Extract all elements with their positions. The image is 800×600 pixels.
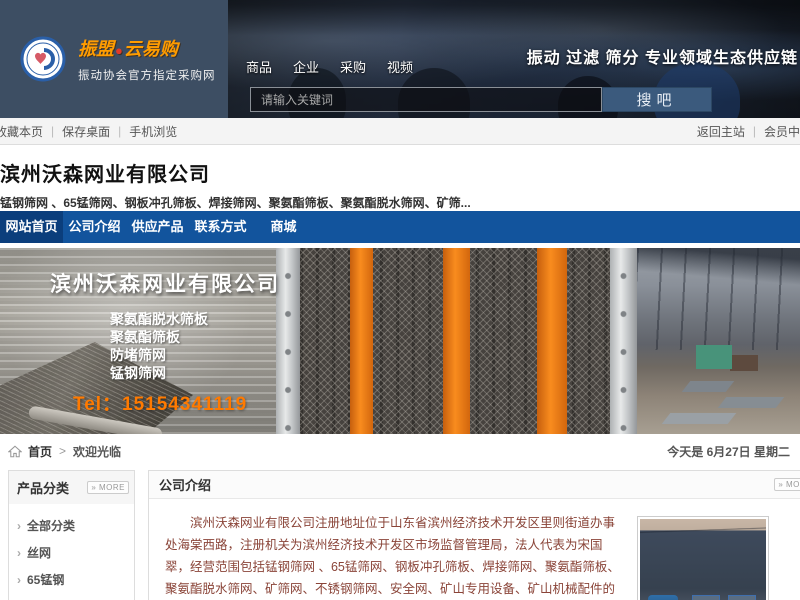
save-desktop-link[interactable]: 保存桌面: [62, 123, 110, 140]
nav-item-company-intro[interactable]: 公司介绍: [63, 211, 126, 243]
photo-door: [648, 595, 678, 600]
banner-factory-photo: [637, 248, 800, 434]
sidebar-item-label: 65锰钢: [27, 571, 64, 588]
separator: |: [51, 124, 54, 138]
more-button[interactable]: » MORE: [774, 478, 800, 491]
chevron-right-icon: ›: [17, 546, 21, 560]
breadcrumb-current: 欢迎光临: [73, 443, 121, 460]
banner-orange-stripe: [443, 248, 470, 434]
banner: 滨州沃森网业有限公司 聚氨酯脱水筛板 聚氨酯筛板 防堵筛网 锰钢筛网 Tel：1…: [0, 248, 800, 434]
search-button[interactable]: 搜吧: [602, 87, 712, 112]
top-header: 振盟●云易购 振动协会官方指定采购网 振动 过滤 筛分 专业领域生态供应链 商品…: [0, 0, 800, 118]
company-intro-panel: 公司介绍 » MORE 滨州沃森网业有限公司注册地址位于山东省滨州经济技术开发区…: [148, 470, 800, 600]
panel-title: 产品分类: [17, 478, 69, 497]
mobile-browse-link[interactable]: 手机浏览: [129, 123, 177, 140]
logo-emblem-icon: [20, 36, 66, 82]
search-input[interactable]: [250, 87, 602, 112]
banner-orange-stripe: [537, 248, 567, 434]
nav-item-home[interactable]: 网站首页: [0, 211, 63, 243]
banner-product-list: 聚氨酯脱水筛板 聚氨酯筛板 防堵筛网 锰钢筛网: [110, 310, 208, 382]
banner-telephone: Tel：15154341119: [73, 389, 247, 416]
factory-floor-sheet: [717, 397, 784, 408]
member-center-link[interactable]: 会员中心: [764, 123, 800, 140]
sidebar-item-all-categories[interactable]: › 全部分类: [17, 517, 126, 534]
page: 振盟●云易购 振动协会官方指定采购网 振动 过滤 筛分 专业领域生态供应链 商品…: [0, 0, 800, 600]
banner-metal-bar: [610, 248, 637, 434]
nav-item-contact[interactable]: 联系方式: [189, 211, 252, 243]
sidebar-item-wire-mesh[interactable]: › 丝网: [17, 544, 126, 561]
header-nav-videos[interactable]: 视频: [387, 57, 413, 76]
logo-text: 振盟●云易购 振动协会官方指定采购网: [78, 35, 216, 83]
sidebar-item-label: 丝网: [27, 544, 51, 561]
separator: |: [753, 124, 756, 138]
intro-paragraph: 滨州沃森网业有限公司注册地址位于山东省滨州经济技术开发区里则街道办事处海棠西路，…: [165, 516, 620, 600]
header-nav-companies[interactable]: 企业: [293, 57, 319, 76]
breadcrumb-home-link[interactable]: 首页: [28, 443, 52, 460]
company-photo-image: [640, 519, 766, 600]
banner-company-name: 滨州沃森网业有限公司: [50, 268, 280, 298]
panel-title: 公司介绍: [159, 475, 211, 494]
sidebar-item-65-manganese[interactable]: › 65锰钢: [17, 571, 126, 588]
header-nav-purchasing[interactable]: 采购: [340, 57, 366, 76]
logo-title-left: 振盟: [78, 39, 114, 59]
company-heading: 滨州沃森网业有限公司 锰钢筛网 、65锰筛网、钢板冲孔筛板、焊接筛网、聚氨酯筛板…: [0, 145, 800, 211]
banner-product: 锰钢筛网: [110, 364, 208, 382]
header-nav-products[interactable]: 商品: [246, 57, 272, 76]
logo-title: 振盟●云易购: [78, 35, 216, 61]
site-logo[interactable]: 振盟●云易购 振动协会官方指定采购网: [0, 0, 228, 118]
banner-product: 聚氨酯脱水筛板: [110, 310, 208, 328]
utility-right: 返回主站 | 会员中心: [697, 123, 800, 140]
separator: |: [118, 124, 121, 138]
date-text: 今天是 6月27日 星期二: [667, 443, 792, 460]
nav-item-products[interactable]: 供应产品: [126, 211, 189, 243]
factory-roof: [637, 248, 800, 350]
banner-product: 聚氨酯筛板: [110, 328, 208, 346]
header-slogan: 振动 过滤 筛分 专业领域生态供应链: [527, 44, 798, 68]
company-photo: [637, 516, 769, 600]
factory-floor-sheet: [662, 413, 737, 424]
utility-bar: 收藏本页 | 保存桌面 | 手机浏览 返回主站 | 会员中心: [0, 118, 800, 145]
logo-title-right: 云易购: [124, 39, 178, 59]
more-button[interactable]: » MORE: [87, 481, 129, 494]
favorite-page-link[interactable]: 收藏本页: [0, 123, 43, 140]
search-bar: 搜吧: [250, 87, 712, 112]
banner-orange-stripe: [350, 248, 373, 434]
chevron-right-icon: ›: [17, 573, 21, 587]
company-name: 滨州沃森网业有限公司: [0, 158, 800, 187]
logo-subtitle: 振动协会官方指定采购网: [78, 67, 216, 83]
company-intro-header: 公司介绍 » MORE: [149, 471, 800, 499]
logo-dot-icon: ●: [114, 43, 124, 58]
utility-left: 收藏本页 | 保存桌面 | 手机浏览: [0, 123, 177, 140]
photo-roofline: [640, 526, 766, 534]
product-category-list: › 全部分类 › 丝网 › 65锰钢: [9, 504, 134, 600]
main-nav: 网站首页 公司介绍 供应产品 联系方式 商城: [0, 211, 800, 243]
nav-item-mall[interactable]: 商城: [252, 211, 315, 243]
company-keywords: 锰钢筛网 、65锰筛网、钢板冲孔筛板、焊接筛网、聚氨酯筛板、聚氨酯脱水筛网、矿筛…: [0, 194, 800, 211]
home-icon: [8, 445, 22, 458]
back-to-main-site-link[interactable]: 返回主站: [697, 123, 745, 140]
product-category-header: 产品分类 » MORE: [9, 471, 134, 504]
product-category-panel: 产品分类 » MORE › 全部分类 › 丝网 › 65锰钢: [8, 470, 135, 600]
factory-machine: [696, 345, 732, 369]
sidebar-item-label: 全部分类: [27, 517, 75, 534]
header-nav: 商品 企业 采购 视频: [246, 57, 413, 76]
breadcrumb-arrow: >: [59, 444, 66, 458]
chevron-right-icon: ›: [17, 519, 21, 533]
content: 产品分类 » MORE › 全部分类 › 丝网 › 65锰钢: [0, 468, 800, 600]
sidebar: 产品分类 » MORE › 全部分类 › 丝网 › 65锰钢: [8, 470, 135, 600]
photo-window: [728, 595, 756, 600]
factory-floor-sheet: [682, 381, 735, 392]
header-photo: 振动 过滤 筛分 专业领域生态供应链 商品 企业 采购 视频 搜吧: [228, 0, 800, 118]
company-intro-body: 滨州沃森网业有限公司注册地址位于山东省滨州经济技术开发区里则街道办事处海棠西路，…: [149, 499, 800, 600]
banner-product: 防堵筛网: [110, 346, 208, 364]
photo-window: [692, 595, 720, 600]
breadcrumb: 首页 > 欢迎光临 今天是 6月27日 星期二: [0, 434, 800, 468]
